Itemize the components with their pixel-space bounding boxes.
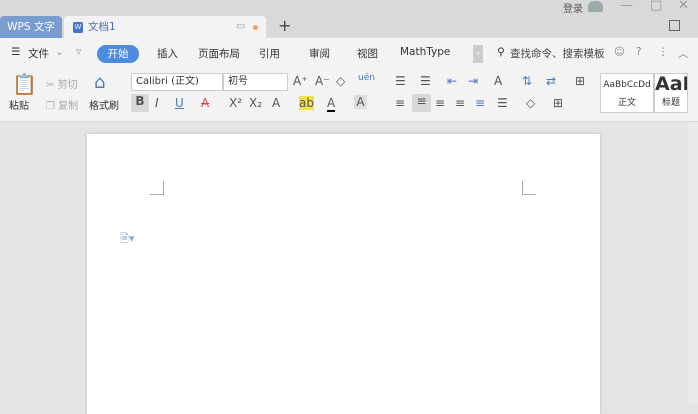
paste-icon[interactable]: 📋 [12, 72, 37, 96]
document-icon: W [73, 22, 83, 33]
char-spacing-icon[interactable]: A [494, 74, 502, 88]
style-name: 标题 [661, 98, 680, 108]
increase-indent-icon[interactable]: ⇥ [468, 74, 478, 88]
avatar-icon[interactable] [588, 1, 603, 12]
copy-icon: ❐ [46, 101, 55, 112]
bullet-list-icon[interactable]: ☰ [395, 74, 406, 88]
quick-access-icon[interactable]: ▿ [76, 46, 81, 58]
line-break-icon[interactable]: ⇄ [546, 74, 556, 88]
font-color-button[interactable]: A [327, 96, 336, 112]
more-tabs-button[interactable]: › [473, 45, 483, 63]
underline-button[interactable]: U [175, 96, 184, 110]
tab-wps-writer[interactable]: WPS 文字 [0, 16, 62, 38]
format-painter-icon[interactable]: ⌂ [94, 72, 105, 93]
new-tab-button[interactable]: + [278, 16, 291, 35]
search-command[interactable]: 查找命令、搜索模板 [510, 46, 605, 61]
scissors-icon: ✂ [46, 80, 55, 91]
margin-corner-tl [150, 181, 164, 195]
superscript-button[interactable]: X² [229, 96, 242, 110]
paragraph-options-icon[interactable]: 🗎▾ [120, 230, 134, 249]
italic-button[interactable]: I [155, 96, 159, 110]
subscript-button[interactable]: X₂ [249, 96, 262, 110]
tab-review[interactable]: 审阅 [309, 46, 330, 61]
style-name: 正文 [617, 98, 636, 108]
highlight-button[interactable]: ab [299, 96, 314, 110]
line-spacing-icon[interactable]: ☰ [497, 96, 508, 110]
distribute-icon[interactable]: ≡ [475, 96, 485, 110]
unsaved-dot-icon [253, 25, 258, 30]
phonetic-guide-icon[interactable]: uén [358, 73, 375, 83]
tab-document[interactable]: W 文档1 ▭ [64, 16, 266, 38]
chevron-down-icon[interactable]: ⌄ [55, 46, 64, 58]
bold-button[interactable]: B [131, 94, 149, 112]
sort-icon[interactable]: ⇅ [522, 74, 532, 88]
feedback-icon[interactable]: ☺ [614, 46, 625, 58]
login-link[interactable]: 登录 [563, 0, 583, 15]
align-right-icon[interactable]: ≡ [435, 96, 445, 110]
cut-button[interactable]: ✂ 剪切 [46, 76, 78, 91]
tab-view[interactable]: 视图 [357, 46, 378, 61]
style-preview: AaBbCcDd [603, 80, 651, 90]
paste-button[interactable]: 粘贴 [9, 97, 29, 112]
search-icon[interactable]: ⚲ [497, 46, 505, 58]
style-normal[interactable]: AaBbCcDd 正文 [600, 73, 654, 113]
numbered-list-icon[interactable]: ☰ [420, 74, 431, 88]
minimize-button[interactable]: — [620, 0, 633, 13]
style-preview: AaB [655, 73, 687, 95]
help-icon[interactable]: ? [636, 46, 642, 58]
font-size-select[interactable]: 初号 [223, 73, 288, 91]
justify-icon[interactable]: ≡ [455, 96, 465, 110]
hamburger-icon[interactable]: ☰ [11, 46, 20, 58]
decrease-indent-icon[interactable]: ⇤ [447, 74, 457, 88]
vertical-scrollbar[interactable] [688, 122, 698, 404]
tab-insert[interactable]: 插入 [157, 46, 178, 61]
document-page[interactable]: 🗎▾ [87, 134, 600, 414]
borders-icon[interactable]: ⊞ [553, 96, 563, 110]
grow-font-icon[interactable]: A⁺ [293, 74, 308, 88]
maximize-button[interactable]: □ [650, 0, 662, 13]
char-shading-button[interactable]: A [354, 95, 367, 109]
strikethrough-button[interactable]: A [201, 96, 209, 110]
table-grid-icon[interactable]: ⊞ [575, 74, 585, 88]
align-left-icon[interactable]: ≡ [395, 96, 405, 110]
text-effect-button[interactable]: A [272, 96, 280, 110]
format-painter-button[interactable]: 格式刷 [89, 97, 119, 112]
close-button[interactable]: ✕ [678, 0, 689, 13]
tab-references[interactable]: 引用 [259, 46, 280, 61]
copy-button[interactable]: ❐ 复制 [46, 97, 78, 112]
tab-home[interactable]: 开始 [97, 45, 139, 63]
more-icon[interactable]: ⋮ [658, 46, 669, 58]
shading-icon[interactable]: ◇ [526, 96, 535, 110]
menu-file[interactable]: 文件 [28, 46, 49, 61]
font-family-select[interactable]: Calibri (正文) [131, 73, 223, 91]
clear-format-icon[interactable]: ◇ [336, 74, 345, 88]
shrink-font-icon[interactable]: A⁻ [315, 74, 330, 88]
margin-corner-tr [522, 181, 536, 195]
collapse-ribbon-icon[interactable]: ︿ [678, 46, 689, 61]
monitor-icon[interactable]: ▭ [236, 16, 245, 38]
tab-page-layout[interactable]: 页面布局 [198, 46, 240, 61]
sidebar-toggle-icon[interactable] [669, 20, 680, 31]
tab-mathtype[interactable]: MathType [400, 46, 450, 58]
align-center-icon[interactable]: ≡ [412, 94, 431, 112]
document-tab-label: 文档1 [88, 21, 116, 33]
style-heading[interactable]: AaB 标题 [654, 73, 688, 113]
